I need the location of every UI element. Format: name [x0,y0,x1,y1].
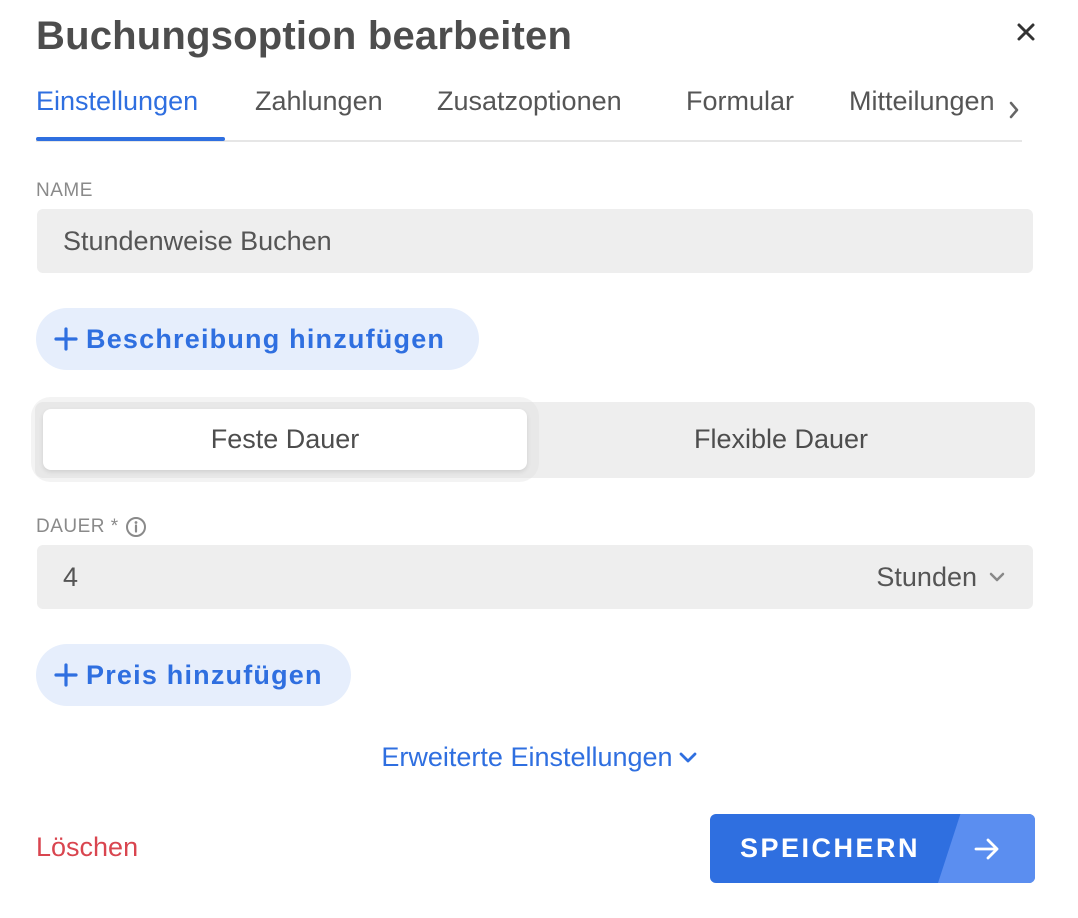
close-icon [1017,23,1035,41]
name-label: NAME [36,180,93,201]
add-description-label: Beschreibung hinzufügen [86,323,446,354]
duration-mode-fixed[interactable]: Feste Dauer [43,409,527,470]
advanced-settings-label: Erweiterte Einstellungen [381,742,673,772]
duration-label: DAUER * [36,516,119,537]
plus-icon [54,663,78,687]
name-input-value: Stundenweise Buchen [63,225,332,256]
duration-unit-select[interactable]: Stunden [876,545,1005,609]
tabs-scroll-right-button[interactable] [1004,98,1024,122]
add-price-button[interactable]: Preis hinzufügen [36,644,351,706]
tab-zusatzoptionen[interactable]: Zusatzoptionen [437,86,622,117]
delete-button[interactable]: Löschen [36,832,138,863]
active-tab-indicator [36,137,225,141]
duration-input[interactable]: 4 Stunden [37,545,1033,609]
chevron-down-icon [679,752,696,762]
tab-formular[interactable]: Formular [686,86,794,117]
tab-zahlungen[interactable]: Zahlungen [255,86,383,117]
save-label: SPEICHERN [739,833,921,863]
add-description-button[interactable]: Beschreibung hinzufügen [36,308,479,370]
chevron-right-icon [1009,101,1019,119]
duration-input-value: 4 [63,561,79,592]
dialog-title: Buchungsoption bearbeiten [36,14,573,58]
advanced-settings-toggle[interactable]: Erweiterte Einstellungen [381,742,696,773]
advanced-settings-row: Erweiterte Einstellungen [0,742,1078,773]
chevron-down-icon [989,572,1005,582]
save-button[interactable]: SPEICHERN [710,814,1035,883]
tab-bar: Einstellungen Zahlungen Zusatzoptionen F… [36,80,1026,142]
duration-mode-flexible[interactable]: Flexible Dauer [535,409,1027,470]
close-button[interactable] [1012,18,1040,46]
plus-icon [54,327,78,351]
tab-einstellungen[interactable]: Einstellungen [36,86,198,117]
name-input[interactable]: Stundenweise Buchen [37,209,1033,273]
tab-mitteilungen[interactable]: Mitteilungen [849,86,995,117]
add-price-label: Preis hinzufügen [86,659,323,690]
info-icon[interactable] [125,516,147,538]
duration-label-row: DAUER * [36,516,147,538]
arrow-right-icon [972,834,1002,864]
duration-unit-value: Stunden [876,561,977,592]
